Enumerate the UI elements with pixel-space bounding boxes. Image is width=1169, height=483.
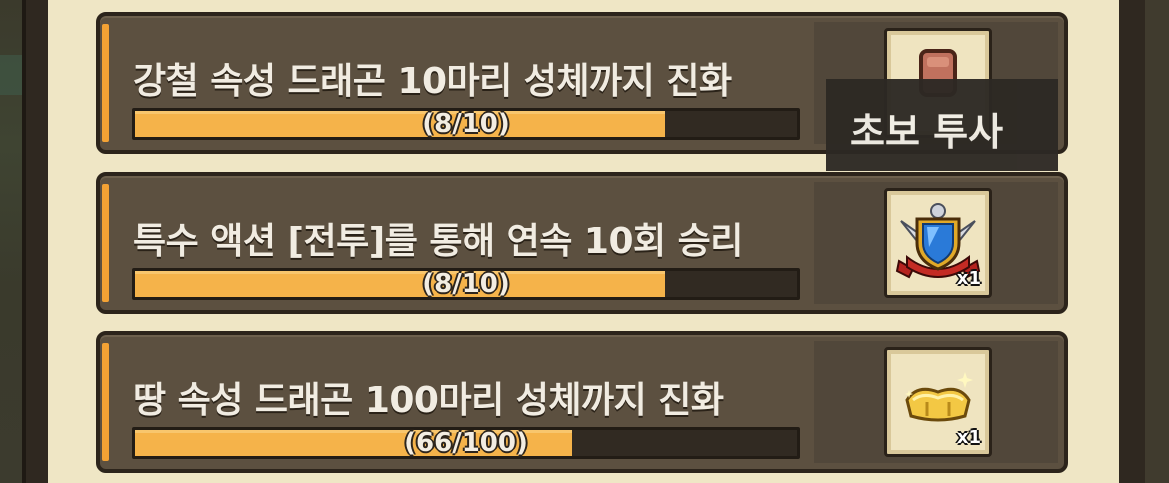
quest-progress-text: (8/10) [422,109,510,139]
tooltip-text: 초보 투사 [850,110,1004,154]
reward-pane: x1 [814,341,1058,463]
reward-pane: x1 [814,182,1058,304]
quest-title: 강철 속성 드래곤 10마리 성체까지 진화 [133,61,732,102]
background-edge-right [1145,0,1169,483]
quest-title: 땅 속성 드래곤 100마리 성체까지 진화 [133,380,724,421]
quest-progress-bar: (8/10) [132,268,800,300]
quest-progress-bar: (8/10) [132,108,800,140]
reward-tooltip: 초보 투사 [826,79,1058,171]
quest-accent-stripe [102,184,109,302]
quest-card[interactable]: 땅 속성 드래곤 100마리 성체까지 진화 (66/100) x1 [96,331,1068,473]
reward-slot[interactable]: x1 [884,188,992,298]
quest-accent-stripe [102,343,109,461]
quest-title: 특수 액션 [전투]를 통해 연속 10회 승리 [133,221,743,262]
reward-slot[interactable]: x1 [884,347,992,457]
reward-quantity: x1 [956,268,981,289]
quest-card[interactable]: 특수 액션 [전투]를 통해 연속 10회 승리 (8/10) x1 [96,172,1068,314]
reward-quantity: x1 [956,427,981,448]
quest-accent-stripe [102,24,109,142]
quest-progress-text: (66/100) [404,428,528,458]
quest-progress-text: (8/10) [422,269,510,299]
quest-progress-bar: (66/100) [132,427,800,459]
